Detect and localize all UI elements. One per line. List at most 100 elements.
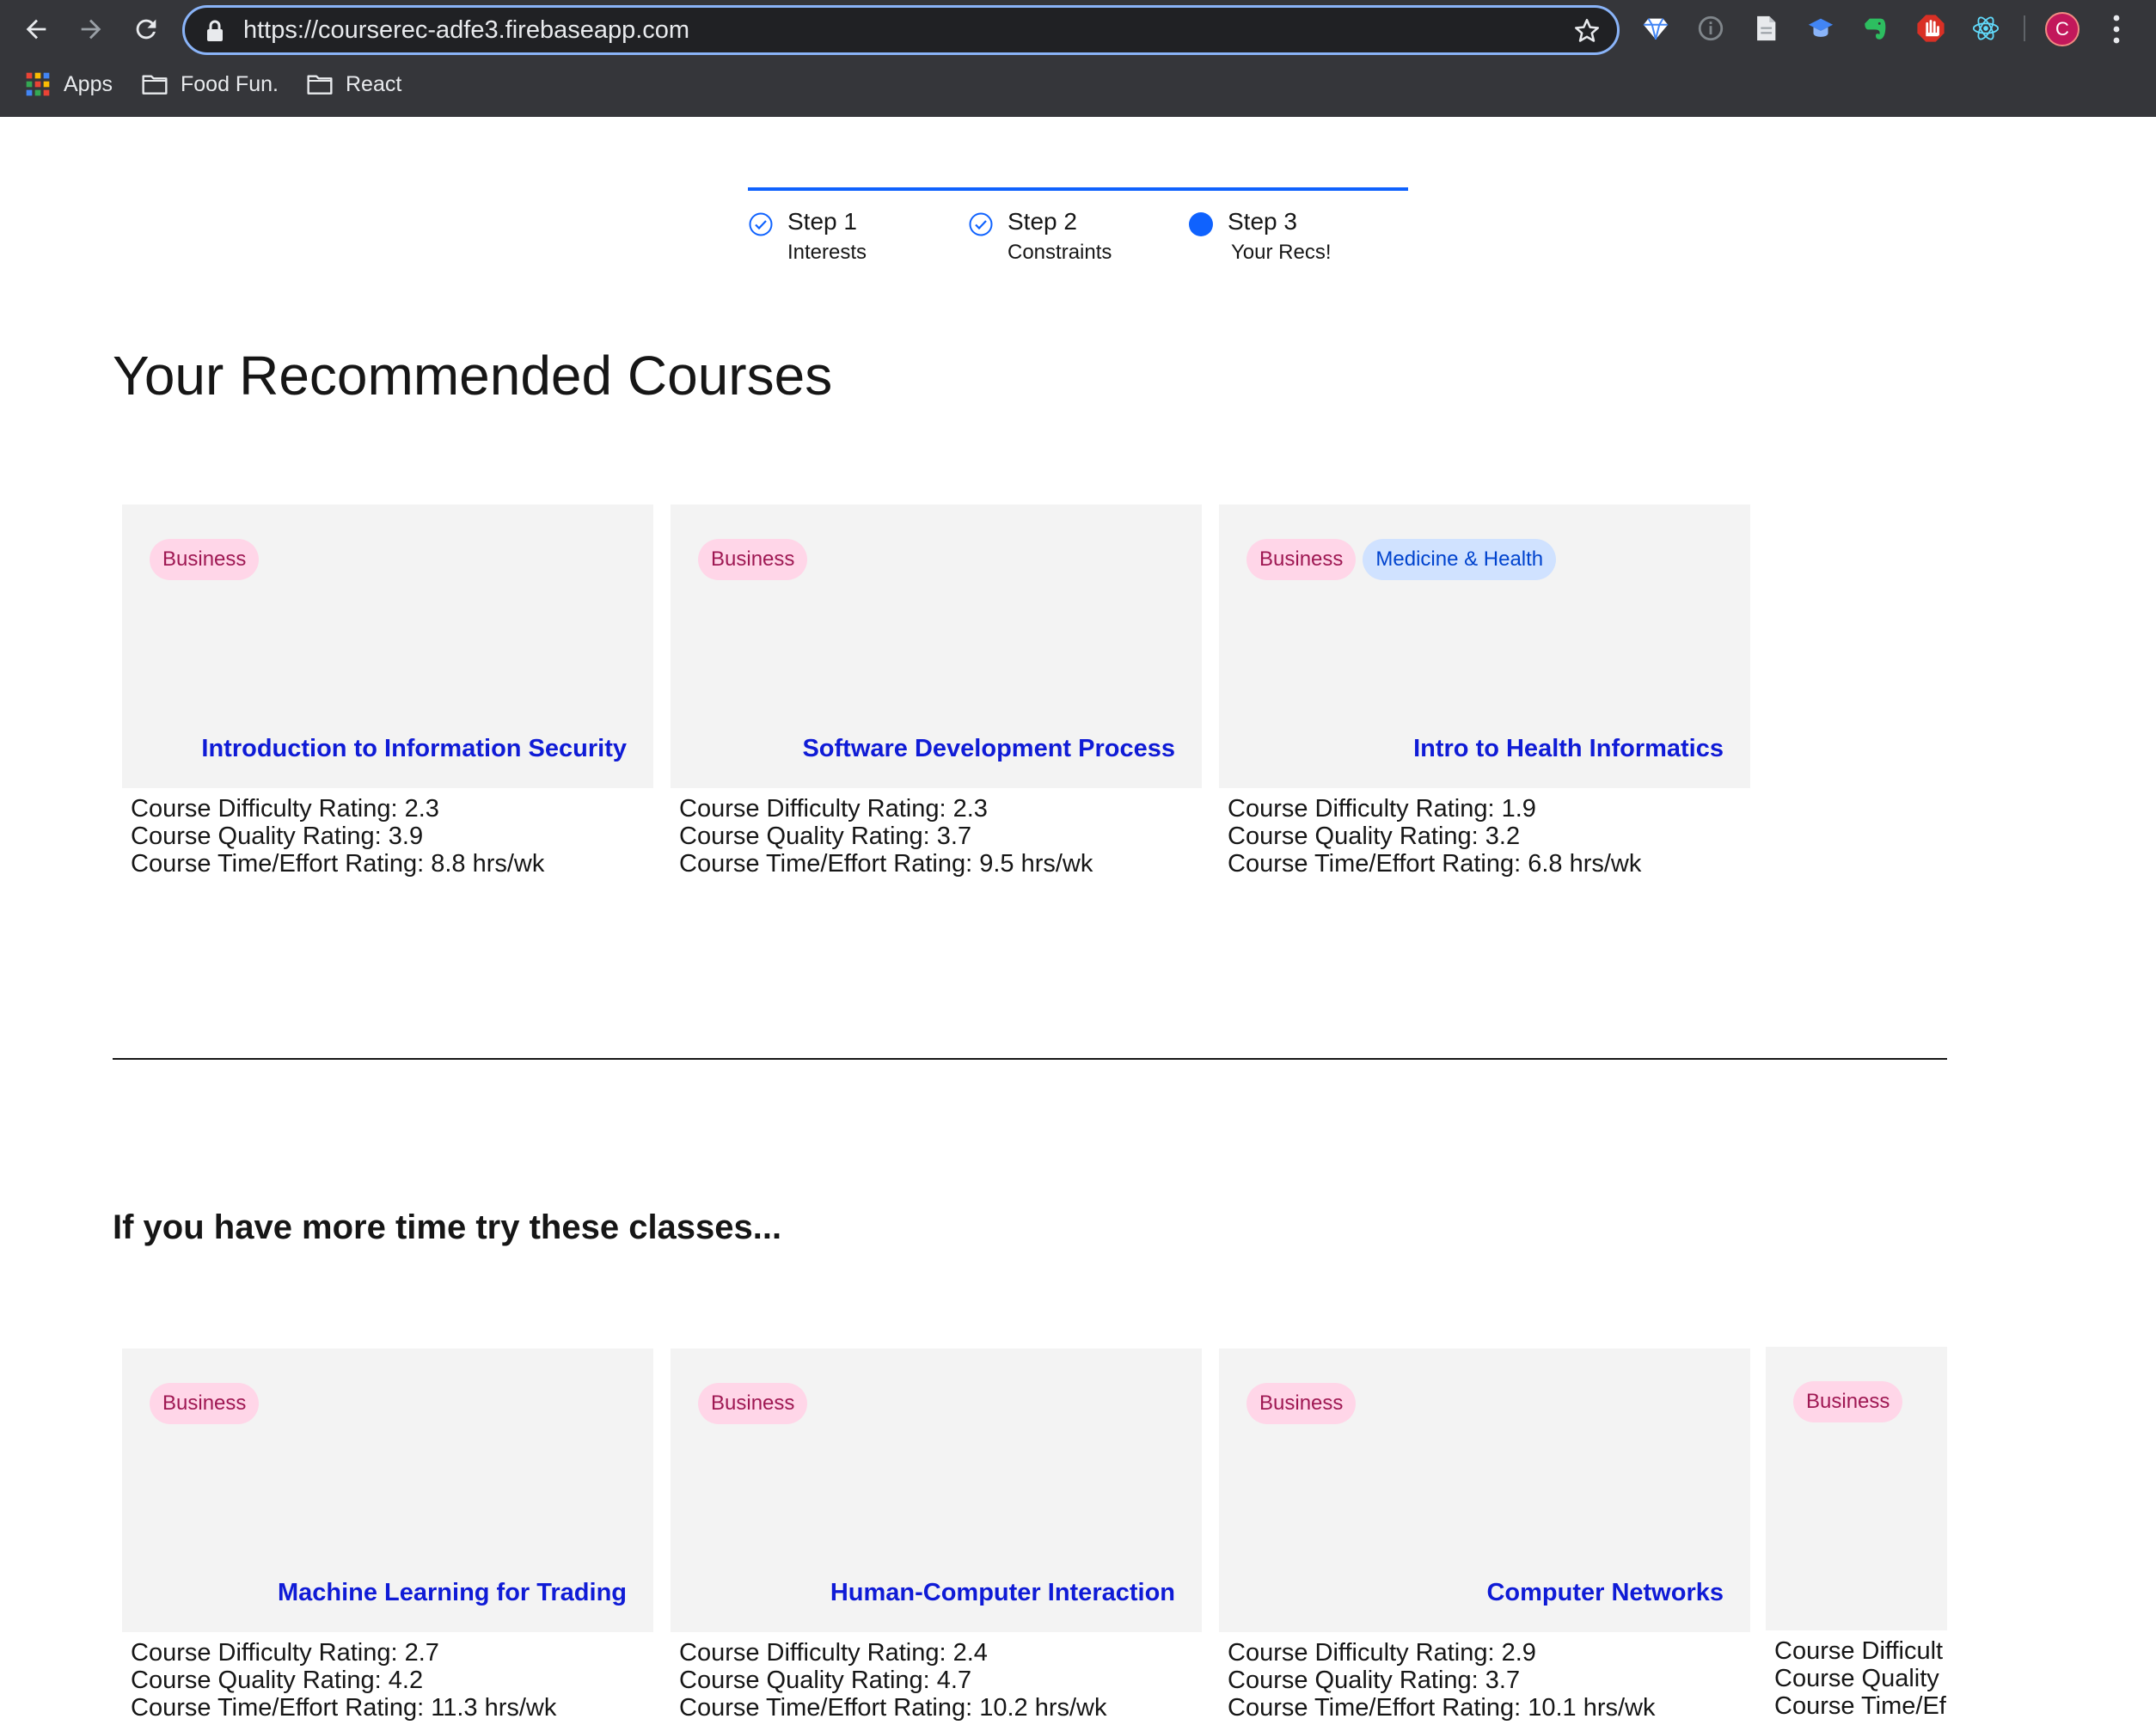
quality-rating: Course Quality Rating: 3.7: [679, 823, 972, 850]
tag-list: Business: [1246, 1383, 1357, 1424]
effort-rating: Course Time/Effort Rating: 11.3 hrs/wk: [131, 1694, 557, 1722]
checkmark-circle-icon: [969, 212, 993, 236]
step-subtitle: Your Recs!: [1231, 241, 1332, 264]
checkmark-circle-icon: [749, 212, 773, 236]
extension-adblock[interactable]: [1915, 13, 1946, 44]
course-ratings: Course Difficulty Rating: 2.3 Course Qua…: [671, 788, 1202, 878]
course-card[interactable]: Business Medicine & Health Intro to Heal…: [1219, 505, 1750, 878]
address-bar[interactable]: https://courserec-adfe3.firebaseapp.com: [182, 5, 1620, 55]
bookmark-label: React: [346, 71, 402, 96]
course-title[interactable]: Software Development Process: [802, 735, 1175, 763]
quality-rating: Course Quality Rating: 3.9: [131, 823, 424, 850]
bookmark-react[interactable]: React: [306, 69, 401, 100]
step-subtitle: Constraints: [1008, 241, 1112, 264]
extension-diamond[interactable]: [1640, 13, 1671, 44]
tag-business: Business: [698, 539, 808, 580]
step-title: Step 2: [1008, 208, 1077, 235]
bookmark-label: Food Fun.: [181, 71, 279, 96]
progress-stepper: Step 1 Interests Step 2 Constraints Step…: [748, 187, 1408, 273]
course-tile[interactable]: Business Introduction to Information Sec…: [122, 505, 653, 788]
difficulty-rating: Course Difficult: [1774, 1637, 1944, 1665]
course-tile[interactable]: Business Software Development Process: [671, 505, 1202, 788]
tag-business: Business: [698, 1383, 808, 1424]
toolbar-divider: [2024, 15, 2025, 41]
effort-rating: Course Time/Effort Rating: 8.8 hrs/wk: [131, 850, 545, 878]
extension-graduation[interactable]: [1805, 13, 1836, 44]
browser-chrome: https://courserec-adfe3.firebaseapp.com …: [0, 0, 2156, 117]
course-card[interactable]: Business Computer Networks Course Diffic…: [1219, 1349, 1750, 1722]
extension-info[interactable]: [1695, 13, 1726, 44]
tag-business: Business: [150, 1383, 260, 1424]
effort-rating: Course Time/Effort Rating: 10.2 hrs/wk: [679, 1694, 1107, 1722]
step-title: Step 1: [787, 208, 857, 235]
stop-hand-icon: [1917, 15, 1945, 42]
course-title[interactable]: Machine Learning for Trading: [278, 1579, 627, 1607]
difficulty-rating: Course Difficulty Rating: 2.3: [131, 795, 439, 823]
course-card[interactable]: Business Software Development Process Co…: [671, 505, 1202, 878]
bookmark-food-fun[interactable]: Food Fun.: [141, 69, 279, 100]
evernote-elephant-icon: [1865, 18, 1886, 40]
quality-rating: Course Quality Rating: 3.2: [1228, 823, 1521, 850]
reload-icon: [136, 19, 156, 40]
difficulty-rating: Course Difficulty Rating: 2.4: [679, 1639, 988, 1667]
tag-list: Business: [698, 1383, 808, 1424]
lock-icon: [207, 20, 223, 41]
document-icon: [1757, 15, 1776, 41]
tag-medicine-health: Medicine & Health: [1363, 539, 1557, 580]
course-tile[interactable]: Business Human-Computer Interaction: [671, 1349, 1202, 1632]
course-tile[interactable]: Business Machine Learning for Trading: [122, 1349, 653, 1632]
bookmark-label: Apps: [64, 71, 113, 96]
course-ratings: Course Difficulty Rating: 2.9 Course Qua…: [1219, 1632, 1750, 1722]
course-ratings: Course Difficulty Rating: 2.4 Course Qua…: [671, 1632, 1202, 1722]
difficulty-rating: Course Difficulty Rating: 1.9: [1228, 795, 1536, 823]
forward-button[interactable]: [70, 9, 112, 50]
current-step-dot-icon: [1189, 212, 1213, 236]
step-title: Step 3: [1228, 208, 1297, 235]
quality-rating: Course Quality: [1774, 1665, 1939, 1692]
course-title[interactable]: Human-Computer Interaction: [830, 1579, 1175, 1607]
stepper-track: [748, 187, 1408, 191]
course-card-clipped[interactable]: Business Course Difficult Course Quality…: [1766, 1347, 1947, 1731]
course-card[interactable]: Business Machine Learning for Trading Co…: [122, 1349, 653, 1722]
apps-grid-icon: [24, 70, 52, 98]
course-card[interactable]: Business Introduction to Information Sec…: [122, 505, 653, 878]
course-card[interactable]: Business Human-Computer Interaction Cour…: [671, 1349, 1202, 1722]
course-tile[interactable]: Business: [1766, 1347, 1947, 1630]
course-ratings: Course Difficulty Rating: 1.9 Course Qua…: [1219, 788, 1750, 878]
tag-business: Business: [1246, 1383, 1357, 1424]
back-button[interactable]: [15, 9, 57, 50]
folder-icon: [306, 70, 334, 98]
difficulty-rating: Course Difficulty Rating: 2.9: [1228, 1639, 1536, 1667]
course-title[interactable]: Introduction to Information Security: [201, 735, 627, 763]
effort-rating: Course Time/Effort Rating: 9.5 hrs/wk: [679, 850, 1093, 878]
graduation-cap-icon: [1808, 18, 1834, 37]
extension-react-devtools[interactable]: [1970, 13, 2001, 44]
tag-list: Business: [150, 539, 260, 580]
bookmark-star-icon[interactable]: [1572, 16, 1602, 46]
quality-rating: Course Quality Rating: 4.7: [679, 1667, 972, 1694]
tag-list: Business: [150, 1383, 260, 1424]
url-text: https://courserec-adfe3.firebaseapp.com: [243, 16, 690, 44]
tag-list: Business Medicine & Health: [1246, 539, 1557, 580]
more-menu-icon[interactable]: [2106, 10, 2127, 48]
page-title: Your Recommended Courses: [113, 345, 833, 407]
profile-avatar[interactable]: C: [2045, 12, 2079, 46]
folder-icon: [141, 70, 168, 98]
bookmarks-bar: Apps Food Fun. React: [0, 62, 2156, 107]
quality-rating: Course Quality Rating: 3.7: [1228, 1667, 1521, 1694]
bookmark-apps[interactable]: Apps: [24, 69, 113, 100]
course-tile[interactable]: Business Medicine & Health Intro to Heal…: [1219, 505, 1750, 788]
course-ratings: Course Difficulty Rating: 2.7 Course Qua…: [122, 1632, 653, 1722]
extension-document[interactable]: [1750, 13, 1781, 44]
course-card[interactable]: Business Course Difficult Course Quality…: [1766, 1347, 1947, 1720]
course-tile[interactable]: Business Computer Networks: [1219, 1349, 1750, 1632]
course-title[interactable]: Computer Networks: [1486, 1579, 1724, 1607]
course-title[interactable]: Intro to Health Informatics: [1413, 735, 1724, 763]
difficulty-rating: Course Difficulty Rating: 2.3: [679, 795, 988, 823]
tag-business: Business: [150, 539, 260, 580]
step-subtitle: Interests: [787, 241, 867, 264]
reload-button[interactable]: [126, 9, 167, 50]
difficulty-rating: Course Difficulty Rating: 2.7: [131, 1639, 439, 1667]
arrow-right-icon: [81, 19, 101, 40]
extension-evernote[interactable]: [1860, 13, 1891, 44]
